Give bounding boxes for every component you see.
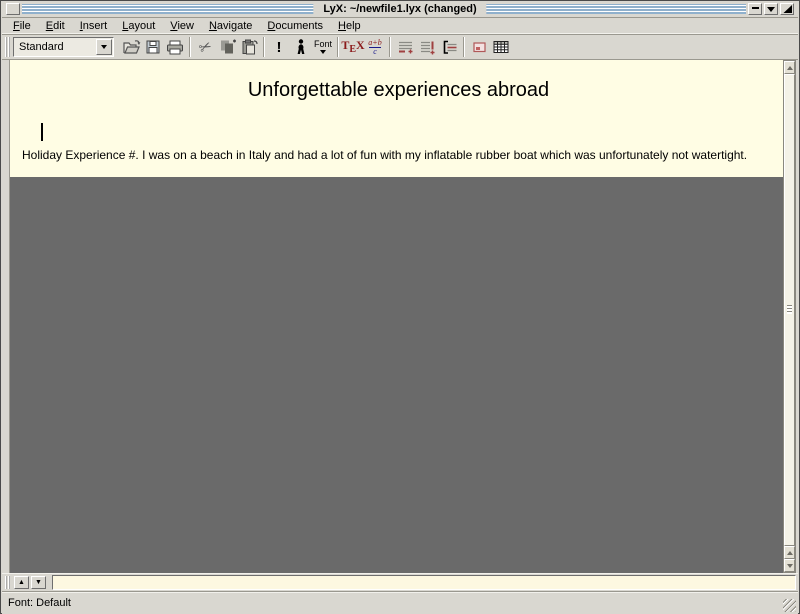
- menu-navigate[interactable]: Navigate: [206, 19, 255, 33]
- menu-view[interactable]: View: [167, 19, 197, 33]
- work-area-frame: Unforgettable experiences abroad Holiday…: [2, 60, 798, 573]
- toolbar-separator: [389, 37, 391, 57]
- scrollbar-grip-icon: [787, 305, 792, 314]
- print-icon: [165, 38, 185, 56]
- paragraph-style-combo[interactable]: Standard: [13, 37, 114, 57]
- font-icon: Font: [314, 40, 332, 54]
- change-depth-icon: [440, 38, 459, 56]
- insert-figure-icon: [471, 39, 488, 55]
- save-document-button[interactable]: [142, 36, 164, 58]
- vertical-scrollbar[interactable]: [783, 60, 796, 573]
- scissors-icon: ✂: [195, 36, 214, 58]
- insert-footnote-icon: [396, 38, 415, 56]
- menu-file[interactable]: File: [10, 19, 34, 33]
- insert-figure-button[interactable]: [468, 36, 490, 58]
- toolbar-separator: [189, 37, 191, 57]
- arrow-up-icon: [787, 66, 793, 70]
- menubar: File Edit Insert Layout View Navigate Do…: [2, 18, 798, 34]
- insert-marginnote-icon: [418, 38, 437, 56]
- minimize-button[interactable]: [748, 3, 762, 15]
- toolbar-separator: [263, 37, 265, 57]
- toolbar-separator: [463, 37, 465, 57]
- arrow-down-icon: [787, 564, 793, 568]
- maximize-button[interactable]: [764, 3, 778, 15]
- minibuffer-grip[interactable]: [5, 576, 10, 589]
- combo-dropdown-button[interactable]: [96, 39, 112, 55]
- scroll-up-button-bottom[interactable]: [784, 546, 795, 559]
- insert-marginnote-button[interactable]: [416, 36, 438, 58]
- document-paragraph[interactable]: Holiday Experience #. I was on a beach i…: [22, 148, 777, 162]
- scroll-up-button[interactable]: [784, 61, 795, 74]
- minimize-icon: [752, 7, 759, 9]
- titlebar[interactable]: LyX: ~/newfile1.lyx (changed): [2, 1, 798, 18]
- insert-table-icon: [492, 39, 510, 55]
- work-area[interactable]: Unforgettable experiences abroad Holiday…: [9, 60, 787, 573]
- noun-style-button[interactable]: [290, 36, 312, 58]
- minibuffer-bar: ▲ ▼: [2, 573, 798, 591]
- statusbar-message: Font: Default: [8, 597, 71, 609]
- window-menu-button[interactable]: [6, 3, 20, 15]
- toolbar-grip[interactable]: [5, 37, 10, 57]
- triangle-down-icon: [767, 7, 775, 12]
- history-up-button[interactable]: ▲: [14, 576, 29, 589]
- minibuffer-input[interactable]: [52, 575, 796, 590]
- chevron-down-icon: [101, 45, 107, 49]
- resize-grip[interactable]: [783, 599, 796, 612]
- menu-documents[interactable]: Documents: [264, 19, 326, 33]
- history-down-button[interactable]: ▼: [31, 576, 46, 589]
- font-button[interactable]: Font: [312, 36, 334, 58]
- paste-icon: [240, 38, 259, 56]
- lyx-window: LyX: ~/newfile1.lyx (changed) File Edit …: [0, 0, 800, 614]
- document-title[interactable]: Unforgettable experiences abroad: [10, 79, 787, 102]
- scrollbar-thumb[interactable]: [784, 74, 795, 546]
- noun-person-icon: [293, 38, 309, 56]
- menu-edit[interactable]: Edit: [43, 19, 68, 33]
- paragraph-style-value: Standard: [14, 41, 96, 53]
- arrow-up-icon: [787, 551, 793, 555]
- math-mode-icon: a+b c: [366, 39, 383, 56]
- document-page[interactable]: Unforgettable experiences abroad Holiday…: [10, 60, 787, 177]
- scroll-down-button[interactable]: [784, 559, 795, 572]
- menu-layout[interactable]: Layout: [119, 19, 158, 33]
- open-document-button[interactable]: [120, 36, 142, 58]
- window-title: LyX: ~/newfile1.lyx (changed): [313, 2, 486, 17]
- menu-help[interactable]: Help: [335, 19, 364, 33]
- print-button[interactable]: [164, 36, 186, 58]
- copy-button[interactable]: [216, 36, 238, 58]
- insert-table-button[interactable]: [490, 36, 512, 58]
- open-document-icon: [122, 38, 141, 56]
- emphasis-icon: !: [277, 39, 282, 56]
- diagonal-resize-icon: [782, 5, 792, 13]
- statusbar: Font: Default: [2, 591, 798, 614]
- save-document-icon: [144, 38, 162, 56]
- copy-icon: [218, 38, 237, 56]
- resize-button[interactable]: [780, 3, 794, 15]
- chevron-down-icon: [320, 50, 326, 54]
- text-cursor: [41, 123, 43, 141]
- tex-mode-button[interactable]: TEX: [342, 36, 364, 58]
- change-depth-button[interactable]: [438, 36, 460, 58]
- math-mode-button[interactable]: a+b c: [364, 36, 386, 58]
- cut-button[interactable]: ✂: [194, 36, 216, 58]
- menu-insert[interactable]: Insert: [77, 19, 111, 33]
- insert-footnote-button[interactable]: [394, 36, 416, 58]
- emphasis-button[interactable]: !: [268, 36, 290, 58]
- tex-mode-icon: TEX: [341, 39, 364, 55]
- toolbar-separator: [337, 37, 339, 57]
- paste-button[interactable]: [238, 36, 260, 58]
- toolbar: Standard: [2, 34, 798, 60]
